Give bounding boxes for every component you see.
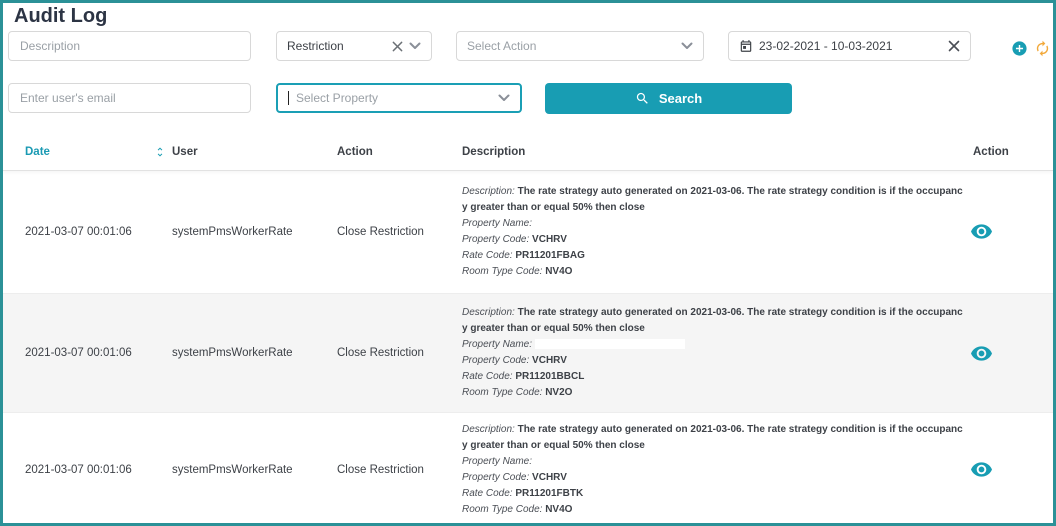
table-body: 2021-03-07 00:01:06 systemPmsWorkerRate …: [3, 170, 1053, 526]
room-type-code-label: Room Type Code:: [462, 387, 542, 398]
search-button[interactable]: Search: [545, 83, 792, 114]
cell-date: 2021-03-07 00:01:06: [25, 464, 172, 476]
rate-code-label: Rate Code:: [462, 250, 513, 261]
cell-row-action: [965, 346, 1053, 361]
redacted-property-name: [535, 456, 685, 466]
cell-user: systemPmsWorkerRate: [172, 464, 337, 476]
header-date-label: Date: [25, 146, 50, 158]
property-code-value: VCHRV: [532, 234, 567, 245]
date-range-picker[interactable]: 23-02-2021 - 10-03-2021: [728, 31, 971, 61]
search-button-label: Search: [659, 91, 702, 106]
add-circle-icon[interactable]: [1011, 40, 1028, 57]
header-description-label: Description: [462, 146, 965, 158]
table-row: 2021-03-07 00:01:06 systemPmsWorkerRate …: [3, 412, 1053, 526]
header-date-sortable[interactable]: Date: [25, 145, 172, 159]
property-name-label: Property Name:: [462, 339, 532, 350]
rate-code-value: PR11201FBTK: [515, 488, 583, 499]
description-label: Description:: [462, 424, 515, 435]
rate-code-label: Rate Code:: [462, 371, 513, 382]
restriction-type-dropdown[interactable]: Restriction: [276, 31, 432, 61]
description-label: Description:: [462, 186, 515, 197]
redacted-property-name: [535, 218, 685, 228]
room-type-code-label: Room Type Code:: [462, 266, 542, 277]
cell-date: 2021-03-07 00:01:06: [25, 347, 172, 359]
clear-date-icon[interactable]: [948, 40, 960, 52]
view-details-button[interactable]: [971, 462, 992, 477]
room-type-code-value: NV2O: [545, 387, 572, 398]
table-row: 2021-03-07 00:01:06 systemPmsWorkerRate …: [3, 293, 1053, 412]
search-icon: [635, 91, 650, 106]
description-label: Description:: [462, 307, 515, 318]
rate-code-label: Rate Code:: [462, 488, 513, 499]
chevron-down-icon[interactable]: [498, 94, 510, 102]
description-value: The rate strategy auto generated on 2021…: [462, 186, 963, 213]
table-header-row: Date User Action Description Action: [3, 134, 1053, 171]
cell-description: Description: The rate strategy auto gene…: [462, 422, 965, 518]
action-placeholder: Select Action: [467, 39, 675, 53]
action-filter-dropdown[interactable]: Select Action: [456, 31, 704, 61]
property-code-label: Property Code:: [462, 472, 529, 483]
user-email-filter-input[interactable]: [8, 83, 251, 113]
cell-row-action: [965, 224, 1053, 239]
text-caret: [288, 91, 289, 105]
sort-unfold-icon[interactable]: [154, 145, 166, 159]
room-type-code-value: NV4O: [545, 266, 572, 277]
description-value: The rate strategy auto generated on 2021…: [462, 424, 963, 451]
audit-log-page: Audit Log Restriction Select Action 23-0…: [0, 0, 1056, 526]
cell-action: Close Restriction: [337, 464, 462, 476]
property-placeholder: Select Property: [296, 91, 492, 105]
property-name-label: Property Name:: [462, 218, 532, 229]
rate-code-value: PR11201BBCL: [515, 371, 584, 382]
cell-date: 2021-03-07 00:01:06: [25, 226, 172, 238]
property-code-value: VCHRV: [532, 355, 567, 366]
page-title: Audit Log: [14, 3, 107, 29]
refresh-icon[interactable]: [1034, 40, 1051, 57]
rate-code-value: PR11201FBAG: [515, 250, 584, 261]
chevron-down-icon[interactable]: [409, 42, 421, 50]
restriction-selected-value: Restriction: [287, 39, 386, 53]
property-code-value: VCHRV: [532, 472, 567, 483]
property-name-label: Property Name:: [462, 456, 532, 467]
cell-user: systemPmsWorkerRate: [172, 226, 337, 238]
room-type-code-value: NV4O: [545, 504, 572, 515]
header-row-action-label: Action: [973, 146, 1053, 158]
cell-row-action: [965, 462, 1053, 477]
view-details-button[interactable]: [971, 346, 992, 361]
calendar-icon: [739, 39, 753, 53]
view-details-button[interactable]: [971, 224, 992, 239]
property-filter-dropdown[interactable]: Select Property: [276, 83, 522, 113]
redacted-property-name: [535, 339, 685, 349]
room-type-code-label: Room Type Code:: [462, 504, 542, 515]
table-row: 2021-03-07 00:01:06 systemPmsWorkerRate …: [3, 170, 1053, 293]
cell-description: Description: The rate strategy auto gene…: [462, 305, 965, 401]
clear-restriction-icon[interactable]: [392, 41, 403, 52]
property-code-label: Property Code:: [462, 355, 529, 366]
description-filter-input[interactable]: [8, 31, 251, 61]
description-value: The rate strategy auto generated on 2021…: [462, 307, 963, 334]
cell-action: Close Restriction: [337, 226, 462, 238]
chevron-down-icon[interactable]: [681, 42, 693, 50]
cell-description: Description: The rate strategy auto gene…: [462, 184, 965, 280]
header-user-label: User: [172, 146, 337, 158]
cell-action: Close Restriction: [337, 347, 462, 359]
date-range-value: 23-02-2021 - 10-03-2021: [759, 39, 942, 53]
header-action-label: Action: [337, 146, 462, 158]
property-code-label: Property Code:: [462, 234, 529, 245]
cell-user: systemPmsWorkerRate: [172, 347, 337, 359]
